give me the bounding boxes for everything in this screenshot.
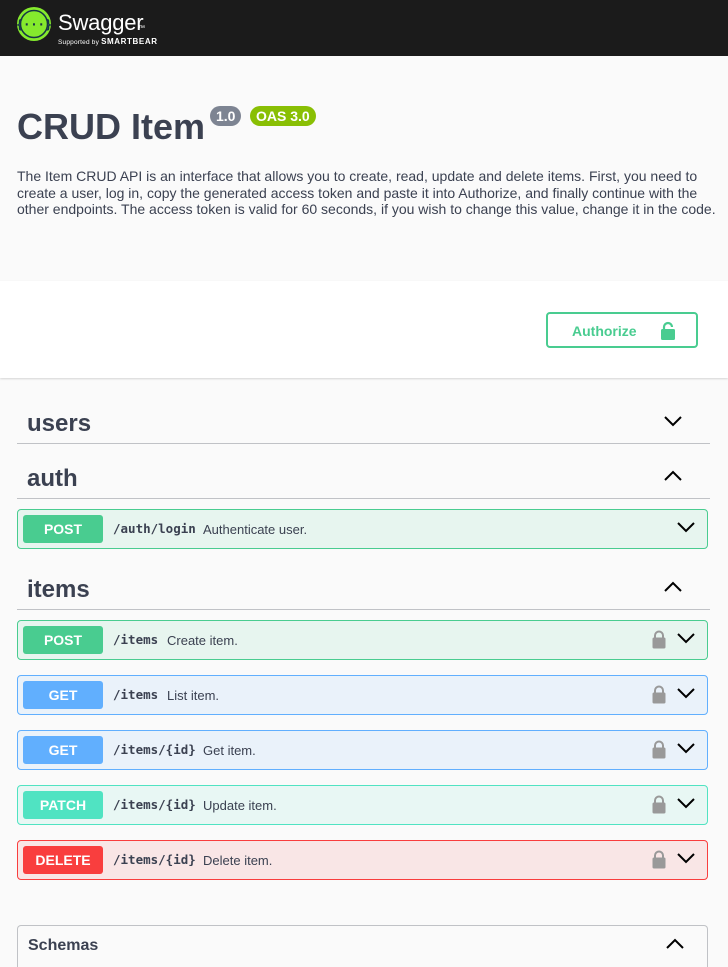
method-badge: GET bbox=[23, 736, 103, 764]
tag-auth[interactable]: auth bbox=[17, 457, 710, 499]
logo-trademark: ™ bbox=[138, 25, 145, 32]
topbar: {···} Swagger ™ Supported by SMARTBEAR bbox=[0, 0, 728, 56]
operation-path: /items bbox=[113, 632, 159, 647]
logo-subtitle: Supported by SMARTBEAR bbox=[58, 37, 158, 46]
method-badge: POST bbox=[23, 515, 103, 543]
operation-summary: Authenticate user. bbox=[203, 522, 308, 537]
schemas-title: Schemas bbox=[28, 937, 99, 954]
operation-path: /items/{id} bbox=[113, 797, 196, 812]
operation-summary: Update item. bbox=[203, 798, 277, 813]
logo-text: Swagger bbox=[58, 10, 144, 35]
method-badge: DELETE bbox=[23, 846, 103, 874]
chevron-down-icon[interactable] bbox=[677, 797, 695, 809]
lock-icon[interactable] bbox=[652, 630, 666, 649]
operation-path: /items/{id} bbox=[113, 852, 196, 867]
method-badge: POST bbox=[23, 626, 103, 654]
chevron-up-icon[interactable] bbox=[666, 938, 684, 950]
chevron-up-icon bbox=[664, 470, 682, 481]
scheme-container: Authorize bbox=[0, 281, 728, 378]
operation-summary: List item. bbox=[167, 688, 220, 703]
authorize-button[interactable]: Authorize bbox=[546, 312, 698, 348]
svg-text:{···}: {···} bbox=[17, 18, 51, 32]
tag-users[interactable]: users bbox=[17, 402, 710, 444]
operation-get-items[interactable]: GET /items List item. bbox=[17, 675, 708, 715]
method-badge: PATCH bbox=[23, 791, 103, 819]
operation-summary: Get item. bbox=[203, 743, 256, 758]
method-badge: GET bbox=[23, 681, 103, 709]
chevron-down-icon bbox=[664, 416, 682, 427]
operation-post-auth-login[interactable]: POST /auth/login Authenticate user. bbox=[17, 509, 708, 549]
api-description: The Item CRUD API is an interface that a… bbox=[17, 168, 716, 217]
chevron-down-icon[interactable] bbox=[677, 852, 695, 864]
chevron-down-icon[interactable] bbox=[677, 687, 695, 699]
oas-badge: OAS 3.0 bbox=[250, 106, 316, 126]
tag-items-label: items bbox=[27, 576, 90, 603]
lock-icon[interactable] bbox=[652, 795, 666, 814]
tag-auth-label: auth bbox=[27, 465, 78, 492]
version-badge: 1.0 bbox=[210, 106, 242, 126]
page-title: CRUD Item bbox=[17, 106, 206, 147]
tag-users-label: users bbox=[27, 410, 92, 437]
operation-post-items[interactable]: POST /items Create item. bbox=[17, 620, 708, 660]
authorize-label: Authorize bbox=[572, 323, 637, 339]
lock-open-icon bbox=[661, 321, 675, 340]
lock-icon[interactable] bbox=[652, 685, 666, 704]
operation-get-item[interactable]: GET /items/{id} Get item. bbox=[17, 730, 708, 770]
lock-icon[interactable] bbox=[652, 740, 666, 759]
lock-icon[interactable] bbox=[652, 850, 666, 869]
chevron-down-icon[interactable] bbox=[677, 742, 695, 754]
operation-summary: Create item. bbox=[167, 633, 238, 648]
operation-summary: Delete item. bbox=[203, 853, 273, 868]
operation-path: /items/{id} bbox=[113, 742, 196, 757]
swagger-logo-icon[interactable]: {···} bbox=[17, 7, 51, 41]
operation-delete-item[interactable]: DELETE /items/{id} Delete item. bbox=[17, 840, 708, 880]
logo-subtitle-brand: SMARTBEAR bbox=[101, 37, 158, 46]
chevron-down-icon[interactable] bbox=[677, 521, 695, 533]
tag-items[interactable]: items bbox=[17, 568, 710, 610]
operation-path: /auth/login bbox=[113, 521, 196, 536]
chevron-down-icon[interactable] bbox=[677, 632, 695, 644]
schemas-section[interactable]: Schemas bbox=[17, 925, 708, 967]
chevron-up-icon bbox=[664, 581, 682, 592]
operation-patch-item[interactable]: PATCH /items/{id} Update item. bbox=[17, 785, 708, 825]
logo-subtitle-prefix: Supported by bbox=[58, 39, 100, 46]
operation-path: /items bbox=[113, 687, 159, 702]
